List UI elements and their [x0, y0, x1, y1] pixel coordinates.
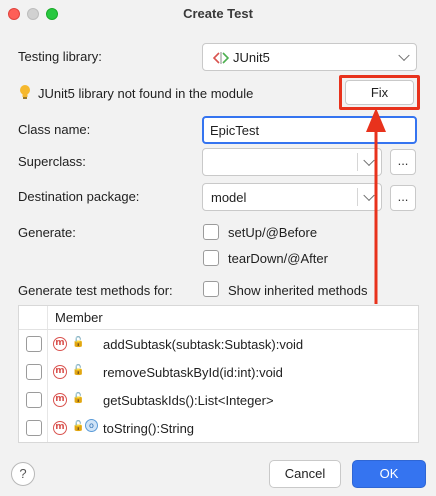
show-inherited-checkbox[interactable]	[203, 281, 219, 297]
method-signature: toString():String	[103, 421, 195, 436]
generate-label: Generate:	[18, 225, 76, 240]
superclass-browse-button[interactable]: ...	[390, 149, 416, 175]
public-lock-icon: 🔓	[72, 337, 85, 348]
superclass-label: Superclass:	[18, 154, 86, 169]
member-table: Member m 🔓 addSubtask(subtask:Subtask):v…	[18, 305, 419, 443]
table-row[interactable]: m 🔓 addSubtask(subtask:Subtask):void	[19, 330, 418, 358]
row-checkbox[interactable]	[26, 392, 42, 408]
method-icon: m	[53, 421, 67, 435]
destination-package-combobox[interactable]: model	[202, 183, 382, 211]
superclass-combobox[interactable]	[202, 148, 382, 176]
row-checkbox[interactable]	[26, 420, 42, 436]
junit-icon	[213, 52, 229, 64]
table-row[interactable]: m 🔓 removeSubtaskById(id:int):void	[19, 358, 418, 386]
destination-package-label: Destination package:	[18, 189, 140, 204]
public-lock-icon: 🔓	[72, 421, 85, 432]
override-icon: o	[85, 419, 98, 432]
method-signature: addSubtask(subtask:Subtask):void	[103, 337, 304, 352]
table-header: Member	[19, 306, 418, 330]
show-inherited-label: Show inherited methods	[228, 283, 368, 298]
lightbulb-icon	[20, 85, 30, 99]
row-checkbox[interactable]	[26, 364, 42, 380]
combo-separator	[357, 188, 358, 206]
teardown-checkbox[interactable]	[203, 250, 219, 266]
create-test-dialog: Create Test Testing library: JUnit5 JUni…	[0, 0, 436, 496]
ok-button[interactable]: OK	[352, 460, 426, 488]
destination-package-value: model	[211, 190, 247, 205]
testing-library-combobox[interactable]: JUnit5	[202, 43, 417, 71]
setup-checkbox[interactable]	[203, 224, 219, 240]
testing-library-value: JUnit5	[233, 50, 270, 65]
annotation-arrow	[366, 108, 386, 304]
method-icon: m	[53, 393, 67, 407]
class-name-label: Class name:	[18, 122, 91, 137]
title-bar: Create Test	[0, 0, 436, 28]
setup-label: setUp/@Before	[228, 225, 318, 240]
table-row[interactable]: m 🔓 getSubtaskIds():List<Integer>	[19, 386, 418, 414]
method-signature: getSubtaskIds():List<Integer>	[103, 393, 274, 408]
warning-text: JUnit5 library not found in the module	[38, 86, 254, 101]
method-signature: removeSubtaskById(id:int):void	[103, 365, 283, 380]
testing-library-label: Testing library:	[18, 49, 102, 64]
method-icon: m	[53, 365, 67, 379]
teardown-label: tearDown/@After	[228, 251, 328, 266]
table-row[interactable]: m 🔓 o toString():String	[19, 414, 418, 442]
cancel-button[interactable]: Cancel	[269, 460, 341, 488]
help-button[interactable]: ?	[11, 462, 35, 486]
dialog-title: Create Test	[183, 6, 253, 21]
combo-separator	[357, 153, 358, 171]
class-name-value: EpicTest	[210, 123, 260, 138]
member-column-header[interactable]: Member	[55, 310, 103, 325]
public-lock-icon: 🔓	[72, 365, 85, 376]
public-lock-icon: 🔓	[72, 393, 85, 404]
chevron-down-icon	[398, 49, 410, 62]
method-icon: m	[53, 337, 67, 351]
destination-browse-button[interactable]: ...	[390, 185, 416, 211]
row-checkbox[interactable]	[26, 336, 42, 352]
fix-button[interactable]: Fix	[345, 80, 414, 105]
generate-methods-label: Generate test methods for:	[18, 283, 173, 298]
